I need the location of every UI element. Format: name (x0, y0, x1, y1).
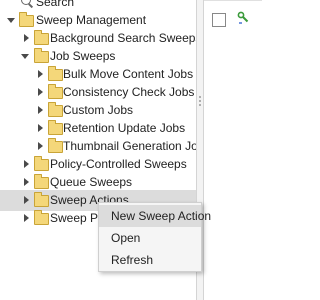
folder-icon (34, 48, 49, 63)
collapse-arrow-icon[interactable] (24, 34, 29, 42)
collapse-arrow-icon[interactable] (24, 178, 29, 186)
folder-icon (19, 12, 34, 27)
folder-icon (34, 156, 49, 171)
menu-item-new-sweep-action[interactable]: New Sweep Action (99, 205, 211, 227)
search-icon (21, 0, 31, 5)
collapse-arrow-icon[interactable] (38, 70, 43, 78)
folder-icon (48, 84, 63, 99)
collapse-arrow-icon[interactable] (38, 88, 43, 96)
menu-item-open[interactable]: Open (99, 227, 201, 249)
folder-icon (48, 102, 63, 117)
folder-icon (34, 174, 49, 189)
expand-arrow-icon[interactable] (7, 18, 15, 23)
collapse-arrow-icon[interactable] (38, 142, 43, 150)
folder-icon (48, 138, 63, 153)
folder-icon (34, 30, 49, 45)
folder-icon (48, 120, 63, 135)
divider (204, 0, 262, 1)
content-panel (204, 0, 262, 300)
splitter-grip-dot (199, 104, 201, 106)
collapse-arrow-icon[interactable] (38, 106, 43, 114)
splitter-grip-dot (199, 96, 201, 98)
folder-icon (34, 210, 49, 225)
menu-item-refresh[interactable]: Refresh (99, 249, 201, 271)
collapse-arrow-icon[interactable] (24, 196, 29, 204)
wrench-icon[interactable] (237, 11, 249, 25)
folder-icon (34, 192, 49, 207)
context-menu: New Sweep Action Open Refresh (98, 202, 211, 272)
select-all-checkbox[interactable] (212, 13, 226, 27)
splitter-grip-dot (199, 100, 201, 102)
collapse-arrow-icon[interactable] (24, 214, 29, 222)
folder-icon (48, 66, 63, 81)
collapse-arrow-icon[interactable] (38, 124, 43, 132)
expand-arrow-icon[interactable] (21, 54, 29, 59)
collapse-arrow-icon[interactable] (24, 160, 29, 168)
